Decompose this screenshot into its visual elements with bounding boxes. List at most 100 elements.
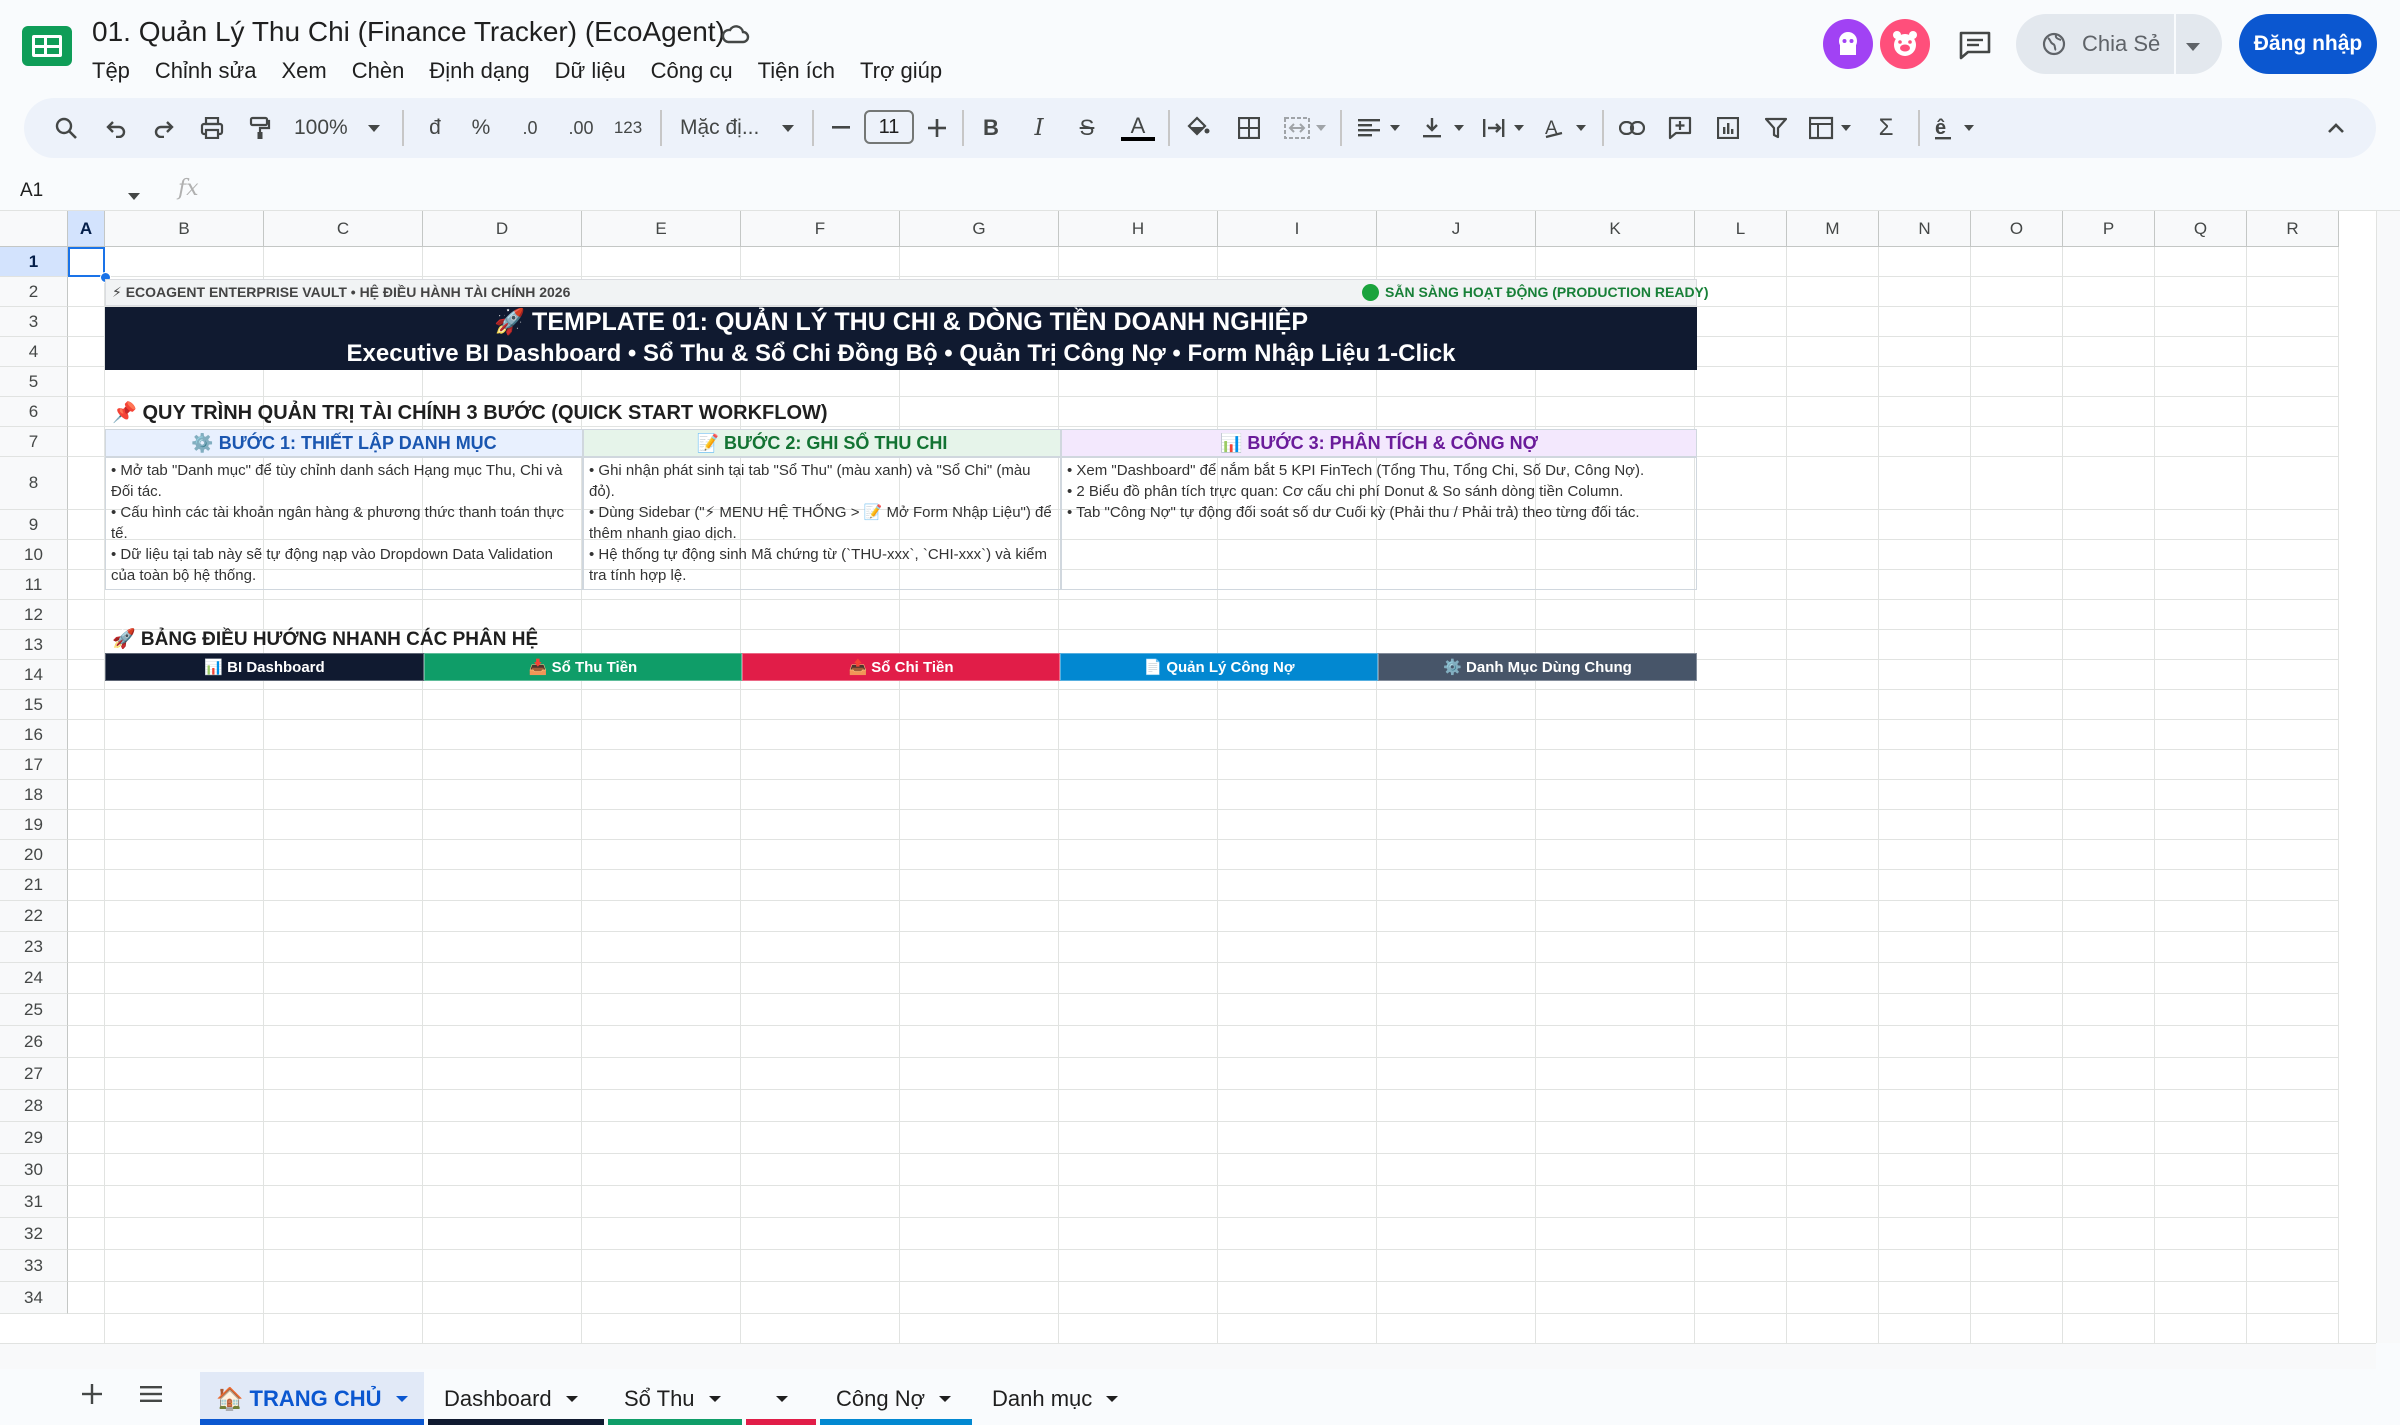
- currency-format-button[interactable]: đ: [420, 112, 450, 144]
- nav-debt-button[interactable]: 📄 Quản Lý Công Nợ: [1060, 653, 1378, 681]
- column-header-j[interactable]: J: [1377, 211, 1536, 247]
- row-header-5[interactable]: 5: [0, 367, 68, 397]
- menu-data[interactable]: Dữ liệu: [555, 56, 626, 86]
- column-header-i[interactable]: I: [1218, 211, 1377, 247]
- row-header-33[interactable]: 33: [0, 1250, 68, 1282]
- nav-payments-button[interactable]: 📤 Sổ Chi Tiền: [742, 653, 1060, 681]
- increase-decimal-button[interactable]: .00: [560, 112, 602, 144]
- menu-extensions[interactable]: Tiện ích: [758, 56, 835, 86]
- bold-icon[interactable]: B: [978, 112, 1004, 144]
- column-header-d[interactable]: D: [423, 211, 582, 247]
- row-header-21[interactable]: 21: [0, 870, 68, 901]
- decrease-decimal-button[interactable]: .0: [512, 112, 548, 144]
- row-header-27[interactable]: 27: [0, 1058, 68, 1090]
- menu-tools[interactable]: Công cụ: [651, 56, 733, 86]
- tab-dropdown-icon[interactable]: [565, 1395, 578, 1402]
- column-header-o[interactable]: O: [1971, 211, 2063, 247]
- row-header-6[interactable]: 6: [0, 397, 68, 427]
- login-button[interactable]: Đăng nhập: [2239, 14, 2377, 74]
- search-menus-icon[interactable]: [50, 112, 82, 144]
- row-header-25[interactable]: 25: [0, 994, 68, 1026]
- row-header-34[interactable]: 34: [0, 1282, 68, 1314]
- row-header-11[interactable]: 11: [0, 570, 68, 600]
- paint-format-icon[interactable]: [244, 112, 276, 144]
- number-format-button[interactable]: 123: [610, 112, 646, 144]
- row-header-32[interactable]: 32: [0, 1218, 68, 1250]
- input-tools-icon[interactable]: ê: [1932, 112, 1982, 144]
- add-sheet-icon[interactable]: [82, 1384, 102, 1409]
- row-header-19[interactable]: 19: [0, 810, 68, 840]
- vertical-scrollbar[interactable]: [2376, 211, 2400, 1343]
- column-header-e[interactable]: E: [582, 211, 741, 247]
- nav-receipts-button[interactable]: 📥 Sổ Thu Tiền: [424, 653, 742, 681]
- row-header-10[interactable]: 10: [0, 540, 68, 570]
- column-header-r[interactable]: R: [2247, 211, 2339, 247]
- collaborator-avatar[interactable]: [1823, 19, 1873, 69]
- column-header-l[interactable]: L: [1695, 211, 1787, 247]
- italic-icon[interactable]: I: [1026, 112, 1052, 144]
- insert-comment-icon[interactable]: [1664, 112, 1696, 144]
- font-size-input[interactable]: 11: [864, 110, 914, 144]
- row-header-26[interactable]: 26: [0, 1026, 68, 1058]
- sheets-logo-icon[interactable]: [22, 26, 72, 66]
- row-header-13[interactable]: 13: [0, 630, 68, 660]
- tab-cong-no[interactable]: Công Nợ: [820, 1372, 972, 1425]
- all-sheets-icon[interactable]: [140, 1386, 162, 1407]
- tab-danh-muc[interactable]: Danh mục: [976, 1372, 1140, 1425]
- borders-icon[interactable]: [1234, 112, 1264, 144]
- menu-format[interactable]: Định dạng: [429, 56, 529, 86]
- row-header-20[interactable]: 20: [0, 840, 68, 870]
- row-header-23[interactable]: 23: [0, 932, 68, 963]
- insert-link-icon[interactable]: [1616, 112, 1648, 144]
- font-family-select[interactable]: Mặc đị...: [680, 112, 780, 144]
- column-header-g[interactable]: G: [900, 211, 1059, 247]
- document-title[interactable]: 01. Quản Lý Thu Chi (Finance Tracker) (E…: [92, 16, 725, 48]
- column-header-p[interactable]: P: [2063, 211, 2155, 247]
- menu-help[interactable]: Trợ giúp: [860, 56, 942, 86]
- name-box-dropdown-icon[interactable]: [128, 187, 140, 205]
- column-header-c[interactable]: C: [264, 211, 423, 247]
- row-header-12[interactable]: 12: [0, 600, 68, 630]
- row-header-28[interactable]: 28: [0, 1090, 68, 1122]
- cloud-saved-icon[interactable]: [720, 22, 750, 46]
- tab-dashboard[interactable]: Dashboard: [428, 1372, 604, 1425]
- tab-dropdown-icon[interactable]: [395, 1395, 408, 1402]
- horizontal-scrollbar[interactable]: [0, 1343, 2376, 1370]
- tab-dropdown-icon[interactable]: [708, 1395, 721, 1402]
- share-dropdown-icon[interactable]: [2186, 38, 2200, 56]
- tab-dropdown-icon[interactable]: [1106, 1395, 1119, 1402]
- menu-view[interactable]: Xem: [281, 56, 326, 86]
- column-header-k[interactable]: K: [1536, 211, 1695, 247]
- strikethrough-icon[interactable]: S: [1074, 112, 1100, 144]
- row-header-8[interactable]: 8: [0, 457, 68, 510]
- column-header-a[interactable]: A: [68, 211, 105, 247]
- zoom-dropdown-icon[interactable]: [364, 112, 384, 144]
- select-all-corner[interactable]: [0, 211, 68, 247]
- menu-insert[interactable]: Chèn: [352, 56, 405, 86]
- column-header-m[interactable]: M: [1787, 211, 1879, 247]
- tab-so-thu[interactable]: Sổ Thu: [608, 1372, 742, 1425]
- font-size-increase-icon[interactable]: [924, 112, 950, 144]
- row-header-24[interactable]: 24: [0, 963, 68, 994]
- text-wrapping-icon[interactable]: [1480, 112, 1530, 144]
- column-header-b[interactable]: B: [105, 211, 264, 247]
- row-header-2[interactable]: 2: [0, 277, 68, 307]
- tab-trang-chu[interactable]: 🏠 TRANG CHỦ: [200, 1372, 424, 1425]
- row-header-14[interactable]: 14: [0, 660, 68, 690]
- row-header-31[interactable]: 31: [0, 1186, 68, 1218]
- menu-edit[interactable]: Chỉnh sửa: [155, 56, 257, 86]
- horizontal-align-icon[interactable]: [1356, 112, 1406, 144]
- insert-chart-icon[interactable]: [1712, 112, 1744, 144]
- active-cell-a1[interactable]: [68, 247, 105, 277]
- collapse-toolbar-icon[interactable]: [2320, 112, 2352, 144]
- nav-categories-button[interactable]: ⚙️ Danh Mục Dùng Chung: [1378, 653, 1697, 681]
- filter-icon[interactable]: [1760, 112, 1792, 144]
- column-header-n[interactable]: N: [1879, 211, 1971, 247]
- spreadsheet-grid[interactable]: A B C D E F G H I J K L M N O P Q R 1 2 3 4 5 6 7 8 9 10 11 12 13 14 15 1…: [0, 211, 2376, 1343]
- tab-dropdown-icon[interactable]: [939, 1395, 952, 1402]
- row-header-16[interactable]: 16: [0, 720, 68, 750]
- column-header-f[interactable]: F: [741, 211, 900, 247]
- collaborator-avatar[interactable]: [1880, 19, 1930, 69]
- row-header-7[interactable]: 7: [0, 427, 68, 457]
- nav-bi-dashboard-button[interactable]: 📊 BI Dashboard: [105, 653, 424, 681]
